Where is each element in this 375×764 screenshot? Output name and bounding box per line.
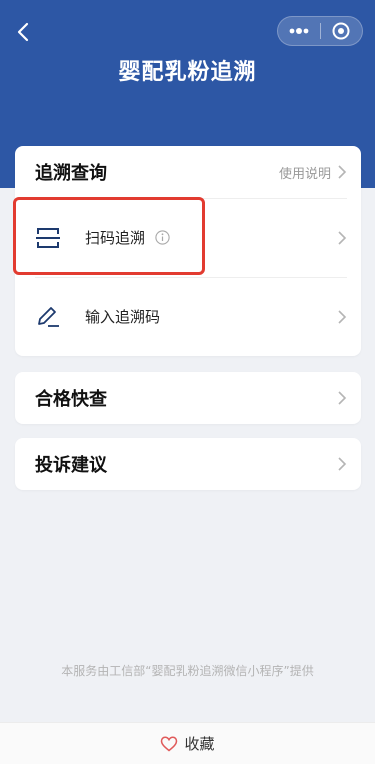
heart-icon — [161, 736, 178, 751]
chevron-right-icon — [338, 309, 347, 324]
trace-query-title: 追溯查询 — [35, 163, 107, 184]
service-footnote: 本服务由工信部“婴配乳粉追溯微信小程序”提供 — [61, 664, 314, 678]
miniprogram-capsule — [277, 16, 363, 46]
scan-trace-label: 扫码追溯 — [85, 229, 146, 247]
chevron-right-icon — [338, 165, 347, 179]
info-icon[interactable] — [155, 230, 170, 245]
more-icon[interactable] — [278, 17, 320, 45]
help-link-label: 使用说明 — [278, 166, 331, 182]
help-link[interactable]: 使用说明 — [279, 163, 347, 182]
complaint-title: 投诉建议 — [35, 455, 107, 476]
scan-trace-item[interactable]: 扫码追溯 — [15, 198, 361, 277]
quality-check-card[interactable]: 合格快查 — [15, 372, 361, 424]
trace-query-card: 追溯查询 使用说明 扫码追溯 输入追溯码 — [15, 146, 361, 356]
quality-check-title: 合格快查 — [35, 389, 107, 410]
chevron-right-icon — [338, 457, 347, 471]
page-title: 婴配乳粉追溯 — [118, 60, 257, 85]
input-trace-code-label: 输入追溯码 — [85, 308, 161, 326]
input-trace-code-item[interactable]: 输入追溯码 — [15, 277, 361, 356]
bottom-bar: 收藏 — [0, 722, 375, 764]
favorite-button[interactable]: 收藏 — [160, 733, 215, 754]
complaint-card[interactable]: 投诉建议 — [15, 438, 361, 490]
chevron-right-icon — [338, 391, 347, 405]
back-icon[interactable] — [10, 18, 38, 46]
close-miniprogram-icon[interactable] — [320, 17, 362, 45]
favorite-label: 收藏 — [184, 735, 215, 753]
pen-icon — [38, 306, 59, 327]
trace-query-header: 追溯查询 使用说明 — [15, 146, 361, 198]
chevron-right-icon — [338, 230, 347, 245]
scan-icon — [36, 227, 60, 248]
